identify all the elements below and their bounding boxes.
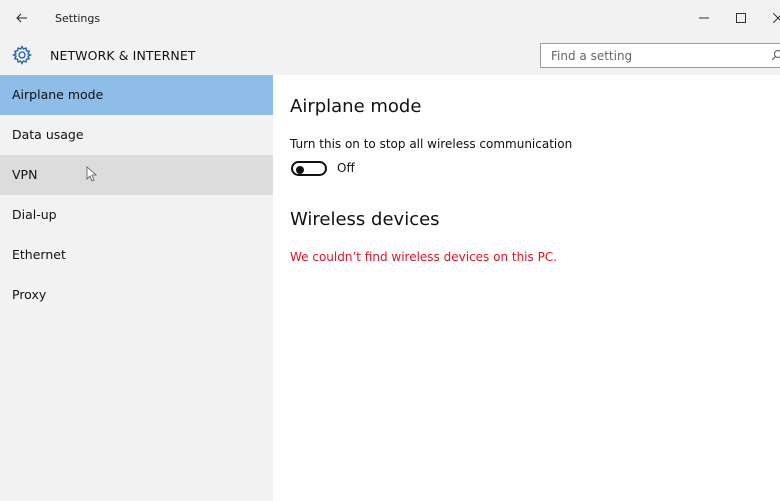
search-box[interactable] (540, 43, 780, 68)
sidebar-item-label: Dial-up (12, 207, 57, 222)
sidebar-item-label: Data usage (12, 127, 84, 142)
gear-icon (12, 45, 32, 65)
toggle-knob (296, 165, 304, 174)
sidebar-item-dial-up[interactable]: Dial-up (0, 195, 273, 235)
toggle-state-label: Off (337, 161, 355, 175)
search-icon[interactable] (771, 49, 780, 61)
back-arrow-icon (16, 13, 27, 23)
airplane-mode-description: Turn this on to stop all wireless commun… (290, 137, 573, 151)
mouse-pointer-icon (86, 166, 98, 182)
search-input[interactable] (551, 48, 751, 64)
maximize-button[interactable] (731, 8, 751, 28)
sidebar-item-vpn[interactable]: VPN (0, 155, 273, 195)
airplane-mode-toggle[interactable] (291, 161, 327, 176)
wireless-devices-heading: Wireless devices (290, 209, 440, 230)
back-button[interactable] (14, 10, 30, 26)
sidebar-item-label: Airplane mode (12, 87, 104, 102)
minimize-button[interactable] (694, 8, 714, 28)
minimize-icon (699, 17, 709, 19)
airplane-mode-heading: Airplane mode (290, 96, 422, 117)
title-bar (0, 0, 780, 36)
sidebar-item-label: Proxy (12, 287, 47, 302)
sidebar-item-proxy[interactable]: Proxy (0, 275, 273, 315)
sidebar-item-ethernet[interactable]: Ethernet (0, 235, 273, 275)
close-button[interactable] (768, 8, 780, 28)
sidebar-item-label: VPN (12, 167, 38, 182)
wireless-error-message: We couldn’t find wireless devices on thi… (290, 250, 558, 264)
page-title: NETWORK & INTERNET (50, 48, 196, 63)
sidebar: Airplane mode Data usage VPN Dial-up Eth… (0, 75, 273, 501)
sidebar-item-label: Ethernet (12, 247, 66, 262)
window-title: Settings (55, 12, 101, 25)
sidebar-item-airplane-mode[interactable]: Airplane mode (0, 75, 273, 115)
maximize-icon (736, 13, 746, 23)
sidebar-item-data-usage[interactable]: Data usage (0, 115, 273, 155)
close-icon (773, 13, 780, 23)
